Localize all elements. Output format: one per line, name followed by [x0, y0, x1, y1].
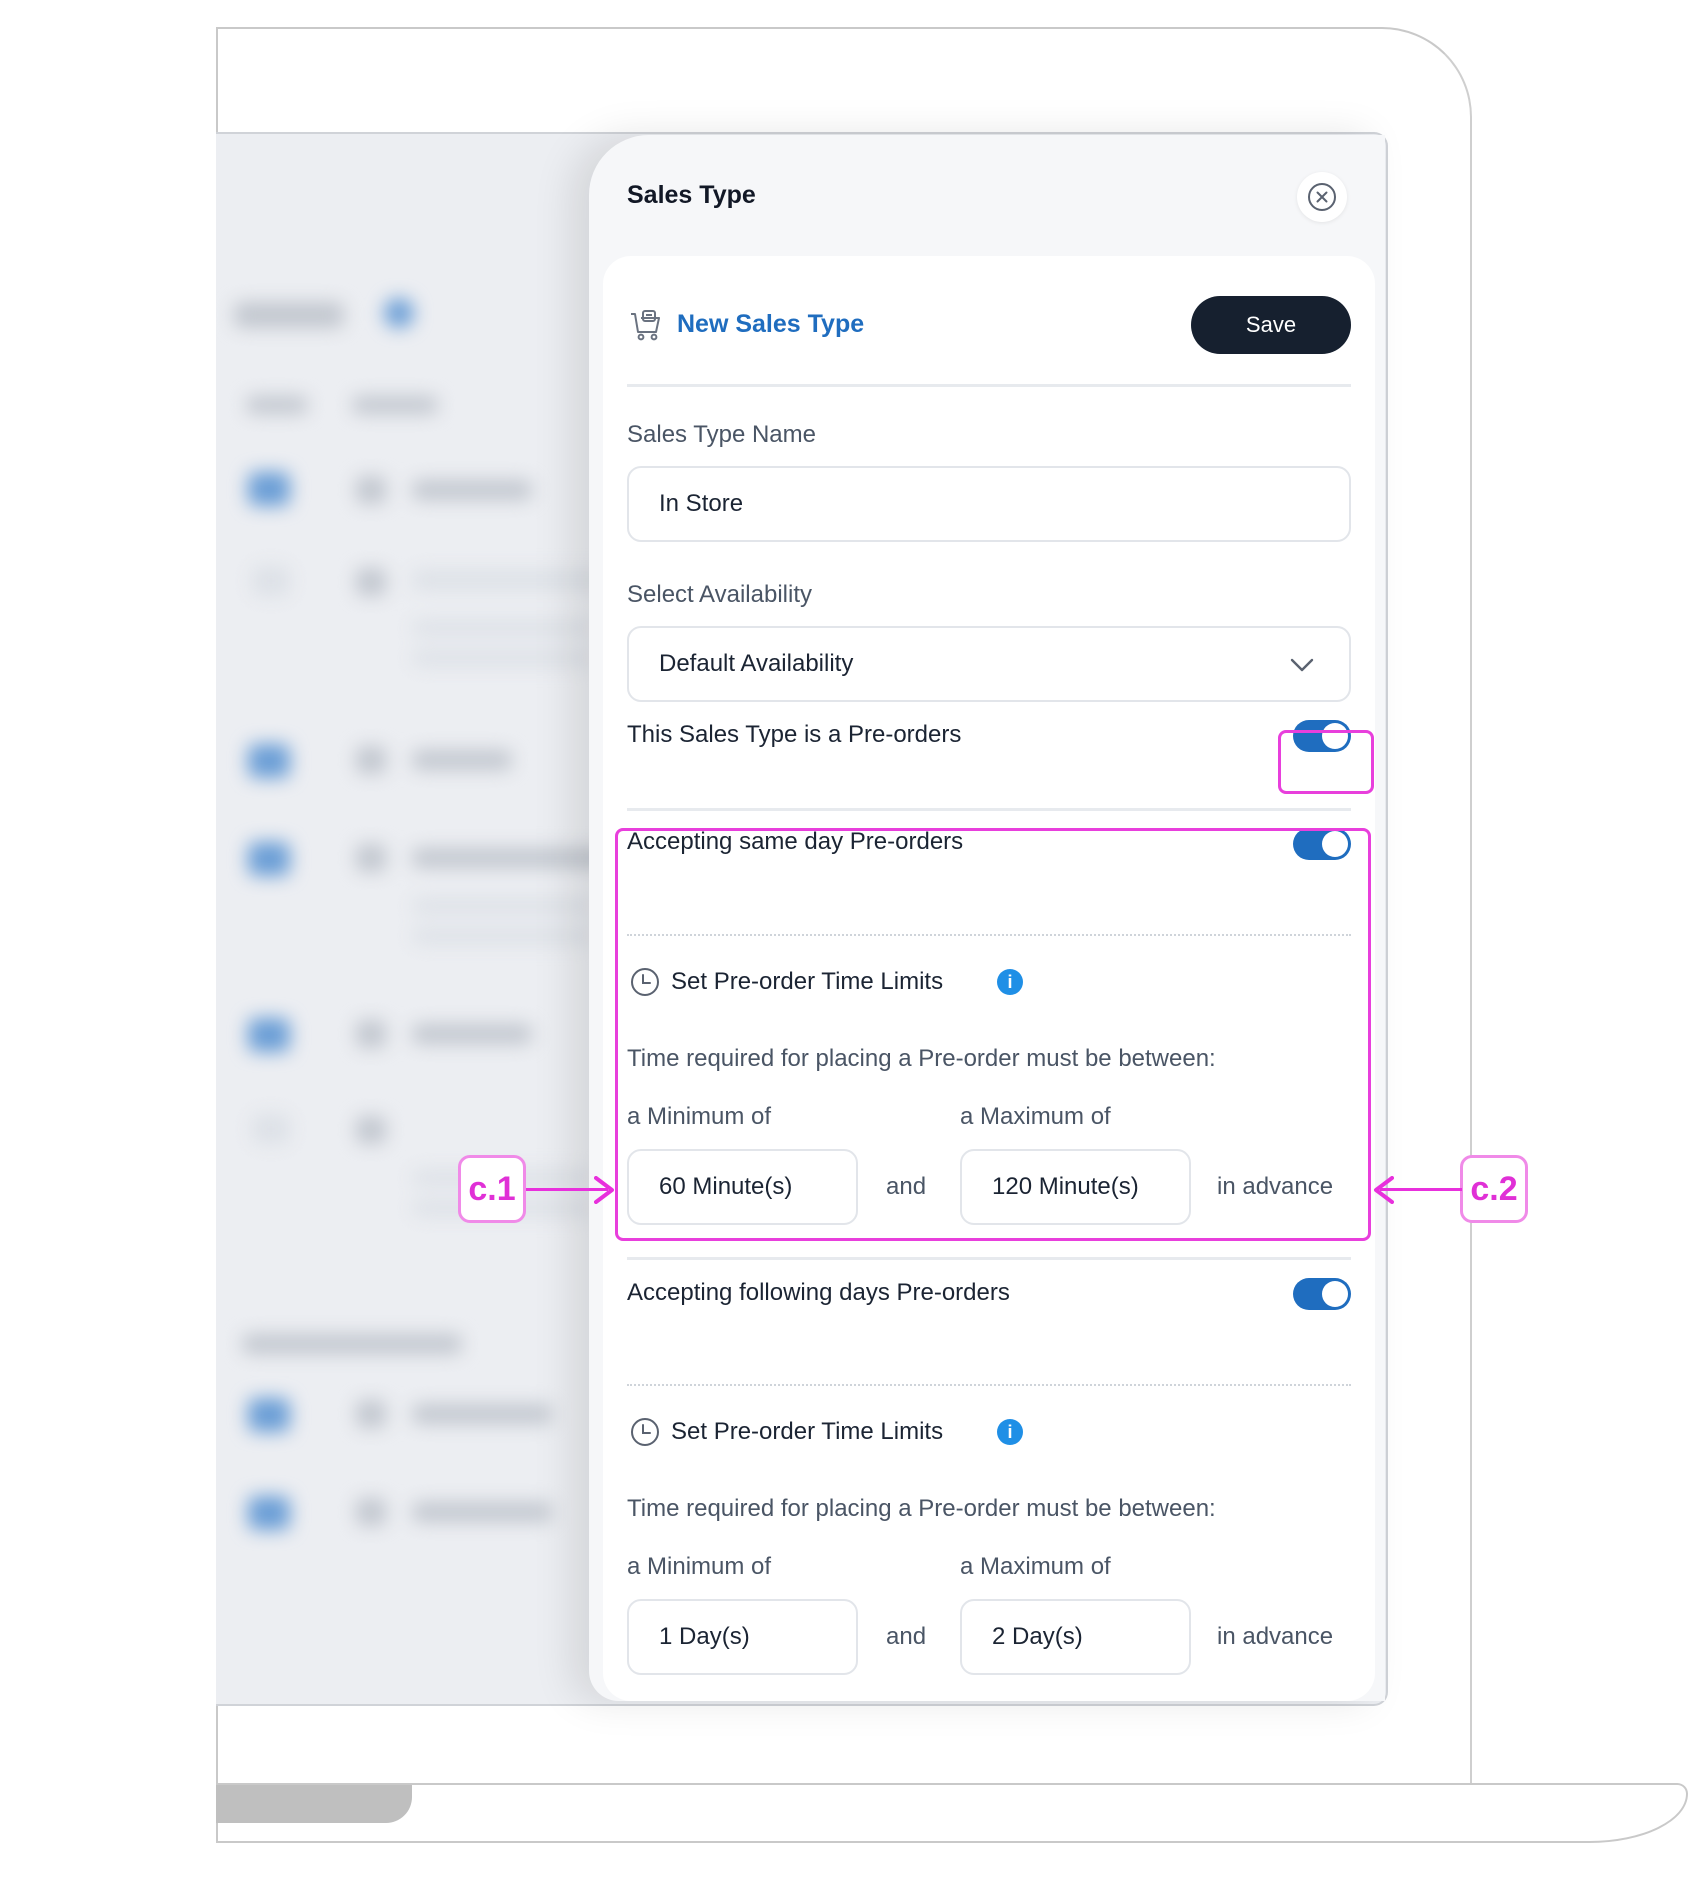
form-header: New Sales Type Save [627, 296, 1351, 358]
sales-type-name-label: Sales Type Name [627, 421, 816, 448]
same-day-section-highlight [615, 828, 1371, 1241]
panel-title: Sales Type [627, 181, 756, 209]
following-days-toggle[interactable] [1293, 1278, 1351, 1310]
following-days-max-label: a Maximum of [960, 1553, 1111, 1580]
info-icon[interactable]: i [997, 1419, 1023, 1445]
clock-icon [631, 1418, 659, 1446]
blurred-background [216, 134, 636, 1704]
close-button[interactable] [1297, 172, 1347, 222]
following-days-label: Accepting following days Pre-orders [627, 1279, 1010, 1306]
preorder-divider [627, 808, 1351, 811]
sales-type-name-input[interactable]: In Store [627, 466, 1351, 542]
preorder-toggle-label: This Sales Type is a Pre-orders [627, 721, 962, 748]
annotation-tag-c1: c.1 [458, 1155, 526, 1223]
following-days-and: and [886, 1623, 927, 1650]
preorder-toggle-highlight [1278, 730, 1374, 794]
following-days-min-input[interactable]: 1 Day(s) [627, 1599, 858, 1675]
cart-icon [631, 310, 660, 341]
save-button[interactable]: Save [1191, 296, 1351, 354]
annotation-tag-c2: c.2 [1460, 1155, 1528, 1223]
laptop-hinge [216, 1785, 412, 1823]
following-days-min-label: a Minimum of [627, 1553, 772, 1580]
laptop-base [216, 1783, 1688, 1843]
following-days-limits-title: Set Pre-order Time Limits [671, 1418, 944, 1445]
following-days-description: Time required for placing a Pre-order mu… [627, 1495, 1216, 1522]
header-divider [627, 384, 1351, 387]
close-icon [1308, 183, 1336, 211]
following-days-max-input[interactable]: 2 Day(s) [960, 1599, 1191, 1675]
availability-value: Default Availability [659, 650, 854, 677]
chevron-down-icon [1290, 658, 1314, 672]
following-days-suffix: in advance [1217, 1623, 1334, 1650]
arrow-right-icon [594, 1176, 614, 1204]
following-days-dotted-divider [627, 1384, 1351, 1386]
arrow-left-icon [1374, 1176, 1394, 1204]
availability-label: Select Availability [627, 581, 812, 608]
new-sales-type-title: New Sales Type [677, 310, 865, 338]
section-divider [627, 1257, 1351, 1260]
availability-select[interactable]: Default Availability [627, 626, 1351, 702]
